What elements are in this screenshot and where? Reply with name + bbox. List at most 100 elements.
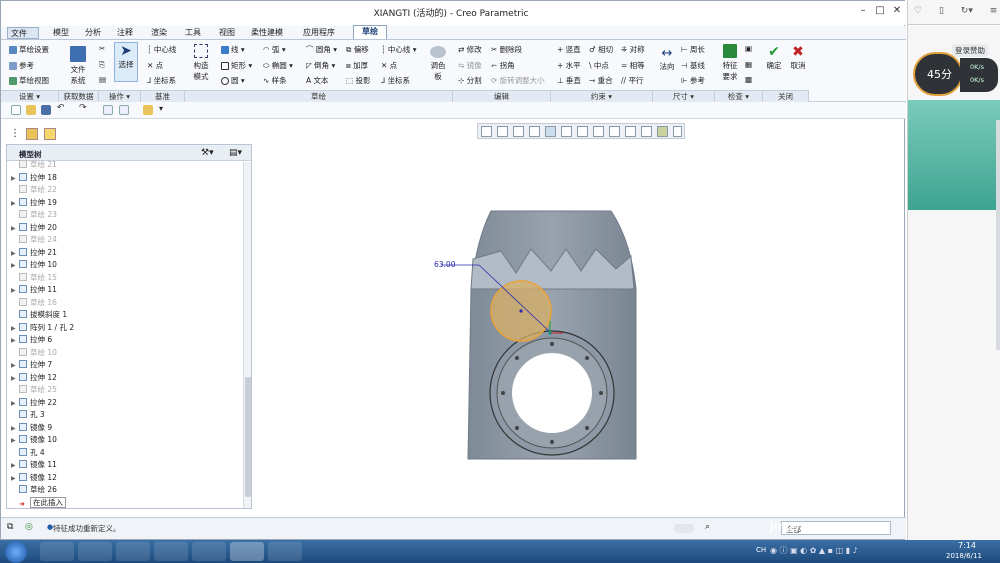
project-button[interactable]: ⬚ 投影: [346, 75, 370, 86]
copy-icon[interactable]: ⎘: [99, 60, 105, 70]
tree-row[interactable]: ▶ 拉伸 6: [11, 334, 52, 347]
spin-center-icon[interactable]: [625, 126, 636, 137]
highlight-icon[interactable]: ▦: [745, 60, 752, 69]
menu-file[interactable]: 文件: [7, 27, 39, 39]
cancel-button[interactable]: ✖ 取消: [789, 44, 807, 71]
mirror-button[interactable]: ⇋ 镜像: [458, 60, 482, 71]
group-inspect[interactable]: 检查 ▾: [715, 90, 763, 102]
centerline-button[interactable]: ┆ 中心线 ▾: [381, 44, 417, 55]
start-button[interactable]: [5, 541, 27, 563]
tree-row[interactable]: ▶ 拉伸 18: [11, 172, 57, 185]
arc-button[interactable]: ◠ 弧 ▾: [263, 44, 286, 55]
sketch-view-icon[interactable]: [641, 126, 652, 137]
expand-arrow-icon[interactable]: ▶: [11, 425, 19, 432]
coincident-constraint-button[interactable]: ⊸ 重合: [589, 75, 613, 86]
tree-row[interactable]: 草绘 23: [11, 209, 57, 222]
point-button[interactable]: ✕ 点: [381, 60, 397, 71]
expand-arrow-icon[interactable]: ▶: [11, 250, 19, 257]
tree-row[interactable]: 草绘 15: [11, 272, 57, 285]
dimension-display-icon[interactable]: [673, 126, 682, 137]
normal-dimension-button[interactable]: ↔ 法向: [657, 46, 677, 72]
refresh-icon[interactable]: ↻▾: [961, 6, 973, 16]
baseline-button[interactable]: ⊣ 基线: [681, 60, 705, 71]
sketcher-display-icon[interactable]: [657, 126, 668, 137]
shade-icon[interactable]: ▩: [745, 75, 752, 84]
graphics-canvas[interactable]: [421, 201, 661, 471]
references-button[interactable]: 参考: [9, 60, 34, 71]
datum-display-icon[interactable]: [593, 126, 604, 137]
menu-flexible-modeling[interactable]: 柔性建模: [251, 27, 283, 38]
file-system-button[interactable]: 文件系统: [66, 44, 90, 86]
group-constrain[interactable]: 约束 ▾: [551, 90, 653, 102]
refit-icon[interactable]: [481, 126, 492, 137]
circle-button[interactable]: 圆 ▾: [221, 75, 245, 86]
parallel-constraint-button[interactable]: // 平行: [621, 75, 643, 86]
chamfer-button[interactable]: ◸ 倒角 ▾: [306, 60, 335, 71]
menu-tools[interactable]: 工具: [185, 27, 201, 38]
annotation-display-icon[interactable]: [609, 126, 620, 137]
settings-icon[interactable]: ⚒▾: [201, 148, 214, 158]
side-scrollbar[interactable]: [996, 120, 1000, 350]
line-button[interactable]: 线 ▾: [221, 44, 245, 55]
close-button[interactable]: ✕: [890, 5, 904, 17]
rotate-resize-button[interactable]: ⟳ 旋转调整大小: [491, 75, 545, 86]
spline-button[interactable]: ∿ 样条: [263, 75, 287, 86]
horizontal-constraint-button[interactable]: + 水平: [557, 60, 581, 71]
folder-icon[interactable]: [143, 105, 153, 115]
perpendicular-constraint-button[interactable]: ⊥ 垂直: [557, 75, 581, 86]
new-icon[interactable]: [11, 105, 21, 115]
open-icon[interactable]: [26, 105, 36, 115]
360-icon[interactable]: [192, 542, 226, 561]
favorite-icon[interactable]: ♡: [914, 6, 922, 16]
tree-row[interactable]: 草绘 24: [11, 234, 57, 247]
tree-row[interactable]: ▶ 镜像 12: [11, 472, 57, 485]
tree-row[interactable]: ▶ 拉伸 11: [11, 284, 57, 297]
language-indicator[interactable]: CH: [756, 546, 766, 554]
text-button[interactable]: A 文本: [306, 75, 329, 86]
expand-arrow-icon[interactable]: ▶: [11, 287, 19, 294]
show-icon[interactable]: ▤▾: [229, 148, 242, 158]
tree-row[interactable]: 草绘 26: [11, 484, 57, 497]
navigator-toggle-icon[interactable]: ⧉: [7, 522, 13, 532]
vertical-constraint-button[interactable]: + 竖直: [557, 44, 581, 55]
menu-view[interactable]: 视图: [219, 27, 235, 38]
regenerate-icon[interactable]: [103, 105, 113, 115]
phone-icon[interactable]: ▯: [939, 6, 944, 16]
graphics-toggle[interactable]: [674, 524, 694, 533]
expand-arrow-icon[interactable]: ▶: [11, 337, 19, 344]
undo-icon[interactable]: ↶: [57, 103, 67, 113]
paste-icon[interactable]: ▤: [99, 75, 106, 84]
tree-row[interactable]: 草绘 22: [11, 184, 57, 197]
clock-date[interactable]: 2018/6/11: [946, 552, 982, 560]
palette-button[interactable]: 调色板: [427, 46, 449, 82]
clock-time[interactable]: 7:14: [958, 541, 976, 550]
expand-arrow-icon[interactable]: ▶: [11, 437, 19, 444]
expand-arrow-icon[interactable]: ▶: [11, 200, 19, 207]
modify-button[interactable]: ⇄ 修改: [458, 44, 482, 55]
expand-arrow-icon[interactable]: ▶: [11, 400, 19, 407]
feature-requirements-button[interactable]: 特征要求: [719, 44, 741, 82]
tree-row[interactable]: ▶ 拉伸 12: [11, 372, 57, 385]
datum-point-button[interactable]: ✕ 点: [147, 60, 163, 71]
tree-row[interactable]: ➜ 在此插入: [11, 496, 66, 510]
saved-orientations-icon[interactable]: [561, 126, 572, 137]
chrome-icon[interactable]: [40, 542, 74, 561]
offset-button[interactable]: ⧉ 偏移: [346, 44, 369, 55]
explorer-icon[interactable]: [78, 542, 112, 561]
csys-button[interactable]: ⅃ 坐标系: [381, 75, 410, 86]
tree-row[interactable]: ▶ 阵列 1 / 孔 2: [11, 322, 74, 335]
tray-icons[interactable]: ◉ ⓘ ▣ ◐ ✿ ▲ ▪ ◫ ▮ ♪: [770, 545, 858, 556]
tree-row[interactable]: 孔 3: [11, 409, 45, 422]
menu-annotate[interactable]: 注释: [117, 27, 133, 38]
tree-row[interactable]: 草绘 21: [11, 159, 57, 172]
tree-row[interactable]: ▶ 拉伸 7: [11, 359, 52, 372]
media-player-icon[interactable]: [116, 542, 150, 561]
symmetric-constraint-button[interactable]: ⁜ 对称: [621, 44, 645, 55]
display-style-icon[interactable]: [545, 126, 556, 137]
reference-dimension-button[interactable]: ⊩ 参考: [681, 75, 705, 86]
scissors-icon[interactable]: ✂: [99, 44, 105, 53]
minimize-button[interactable]: –: [856, 5, 870, 17]
model-tree-tab-icon[interactable]: ⋮: [10, 128, 20, 139]
tree-scrollbar[interactable]: [243, 162, 251, 508]
tree-row[interactable]: ▶ 拉伸 10: [11, 259, 57, 272]
